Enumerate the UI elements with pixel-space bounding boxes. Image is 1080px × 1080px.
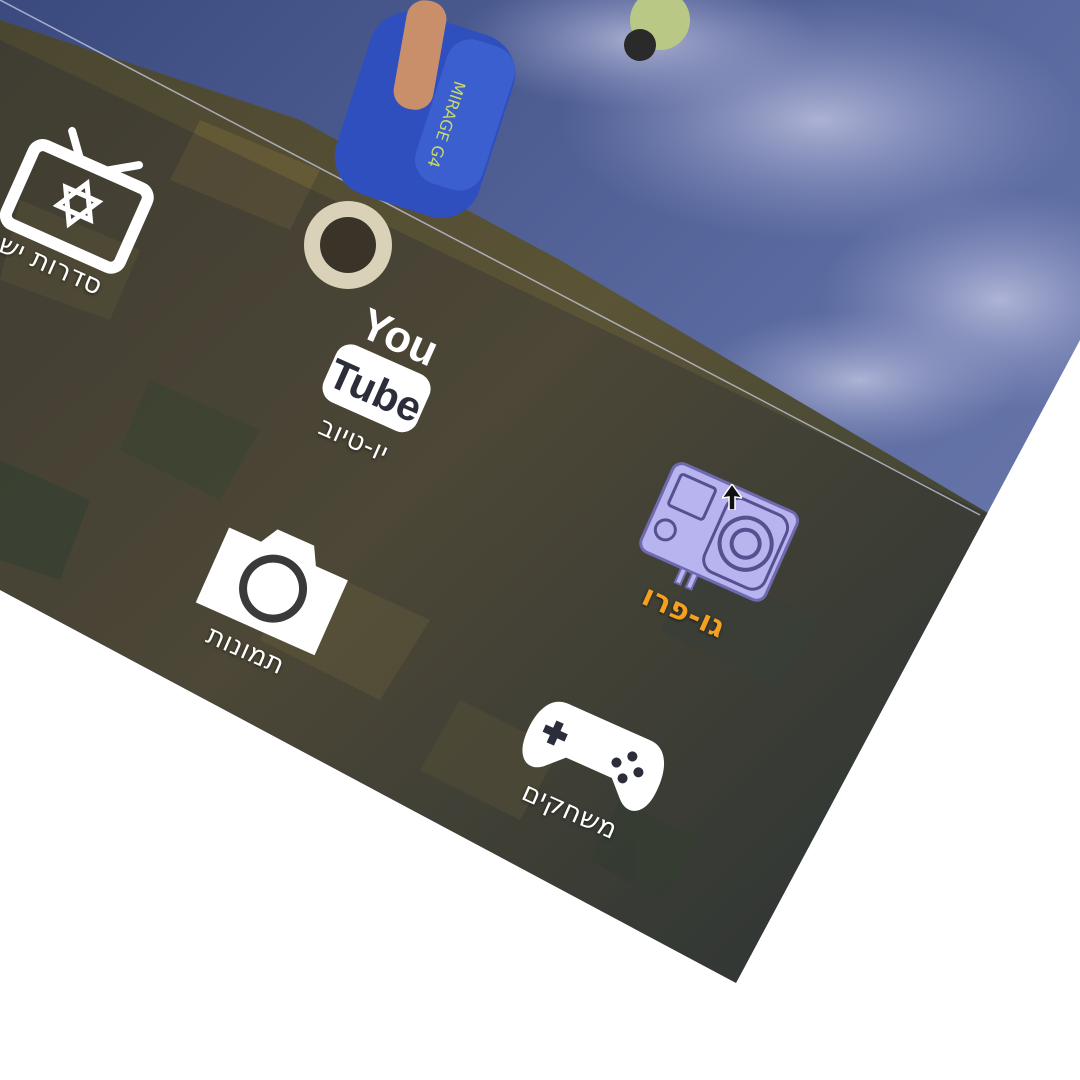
menu-item-gopro[interactable]: גו-פרו: [576, 432, 844, 672]
tv-screen: MIRAGE G4 סדרות יש You Tube יו-טיוב תמונ…: [0, 0, 1080, 1080]
app-menu: סדרות יש You Tube יו-טיוב תמונות גו-פרו …: [0, 0, 1080, 1080]
menu-item-photos[interactable]: תמונות: [157, 490, 383, 701]
menu-item-games[interactable]: משחקים: [472, 665, 708, 866]
menu-item-tv-series[interactable]: סדרות יש: [0, 103, 192, 318]
mouse-cursor-icon: [722, 484, 742, 510]
menu-item-youtube[interactable]: You Tube יו-טיוב: [265, 270, 495, 490]
